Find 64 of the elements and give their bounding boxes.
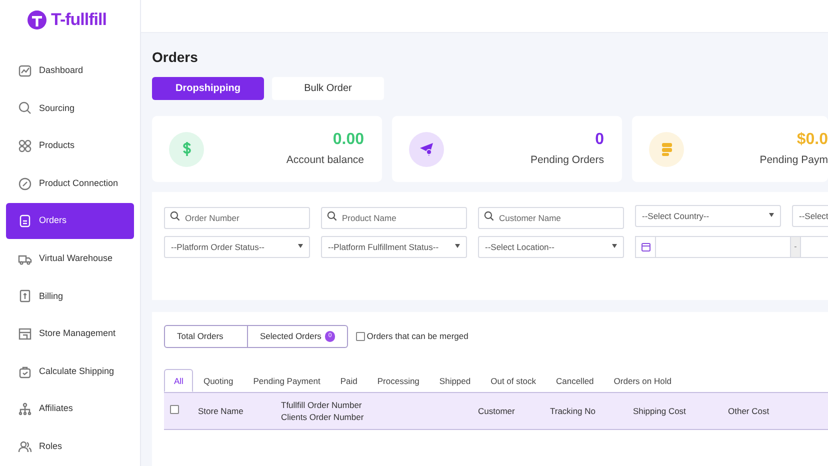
sidebar-item[interactable]: Products <box>6 128 134 164</box>
sidebar-item[interactable]: Virtual Warehouse <box>6 240 134 277</box>
bag-icon <box>18 364 32 379</box>
order-type-tab[interactable]: Bulk Order <box>272 77 384 100</box>
stat-label: Pending Orders <box>530 152 604 168</box>
hierarchy-icon <box>18 402 32 416</box>
status-tab[interactable]: Out of stock <box>480 369 546 392</box>
select-field[interactable]: --Platform Order Status-- <box>164 236 310 258</box>
sidebar-item[interactable]: Billing <box>6 278 134 314</box>
status-tab[interactable]: Processing <box>367 369 430 392</box>
checkbox[interactable] <box>170 404 179 414</box>
stat-value: 0.00 <box>332 130 364 149</box>
store-icon <box>18 326 32 341</box>
users-icon <box>18 440 32 454</box>
page-title: Orders <box>152 48 199 67</box>
checkbox-label: Orders that can be merged <box>366 330 468 343</box>
select-field[interactable]: --Select Country-- <box>635 205 781 227</box>
order-type-tab[interactable]: Dropshipping <box>152 77 264 100</box>
sidebar-item[interactable]: Roles <box>6 428 134 465</box>
status-tab[interactable]: Shipped <box>429 369 481 392</box>
search-field[interactable]: Customer Name <box>478 207 624 229</box>
stat-label: Account balance <box>286 152 364 168</box>
status-tab[interactable]: Orders on Hold <box>604 369 682 392</box>
logo-icon <box>27 10 47 30</box>
calendar-icon <box>640 242 650 252</box>
search-field[interactable]: Product Name <box>321 207 467 229</box>
select-field[interactable]: --Select <box>792 205 828 227</box>
sidebar-item[interactable]: Calculate Shipping <box>6 354 134 390</box>
column-header: Tfullfill Order Number Clients Order Number <box>281 398 365 424</box>
sidebar-item[interactable]: Store Management <box>6 316 134 352</box>
search-icon <box>18 101 32 116</box>
sidebar-item[interactable]: Sourcing <box>6 90 134 126</box>
date-separator: - <box>791 236 801 258</box>
stat-label: Pending Paym <box>760 152 828 168</box>
calendar-button[interactable] <box>635 236 656 258</box>
sidebar-item[interactable]: Product Connection <box>6 166 134 202</box>
search-field[interactable]: Order Number <box>164 207 310 229</box>
stat-value: $0.0 <box>796 130 828 149</box>
date-field[interactable] <box>656 236 791 258</box>
search-icon <box>484 211 494 221</box>
column-header: Other Cost <box>728 404 770 418</box>
sidebar-item[interactable]: Orders <box>6 203 134 239</box>
search-icon <box>327 211 337 221</box>
sidebar-item[interactable]: Affiliates <box>6 391 134 427</box>
document-icon <box>18 214 32 228</box>
checkbox[interactable] <box>356 332 365 341</box>
status-tab[interactable]: Cancelled <box>546 369 604 392</box>
column-header: Shipping Cost <box>633 404 687 418</box>
select-field[interactable]: --Select Location-- <box>478 236 624 258</box>
grid-icon <box>18 138 32 153</box>
order-count-button[interactable]: Total Orders <box>164 325 248 348</box>
search-icon <box>170 211 180 221</box>
chart-icon <box>18 64 32 78</box>
column-header: Tracking No <box>550 404 597 418</box>
sidebar-item[interactable]: Dashboard <box>6 53 134 89</box>
status-tab[interactable]: Paid <box>330 369 368 392</box>
status-tab[interactable]: Pending Payment <box>243 369 330 392</box>
column-header: Customer <box>478 404 516 418</box>
brand-name: T-fullfill <box>51 9 106 32</box>
column-header: Store Name <box>198 404 244 418</box>
status-tab[interactable]: All <box>164 369 194 392</box>
status-tab[interactable]: Quoting <box>193 369 244 392</box>
stat-value: 0 <box>594 130 604 149</box>
select-field[interactable]: --Platform Fulfillment Status-- <box>321 236 467 258</box>
